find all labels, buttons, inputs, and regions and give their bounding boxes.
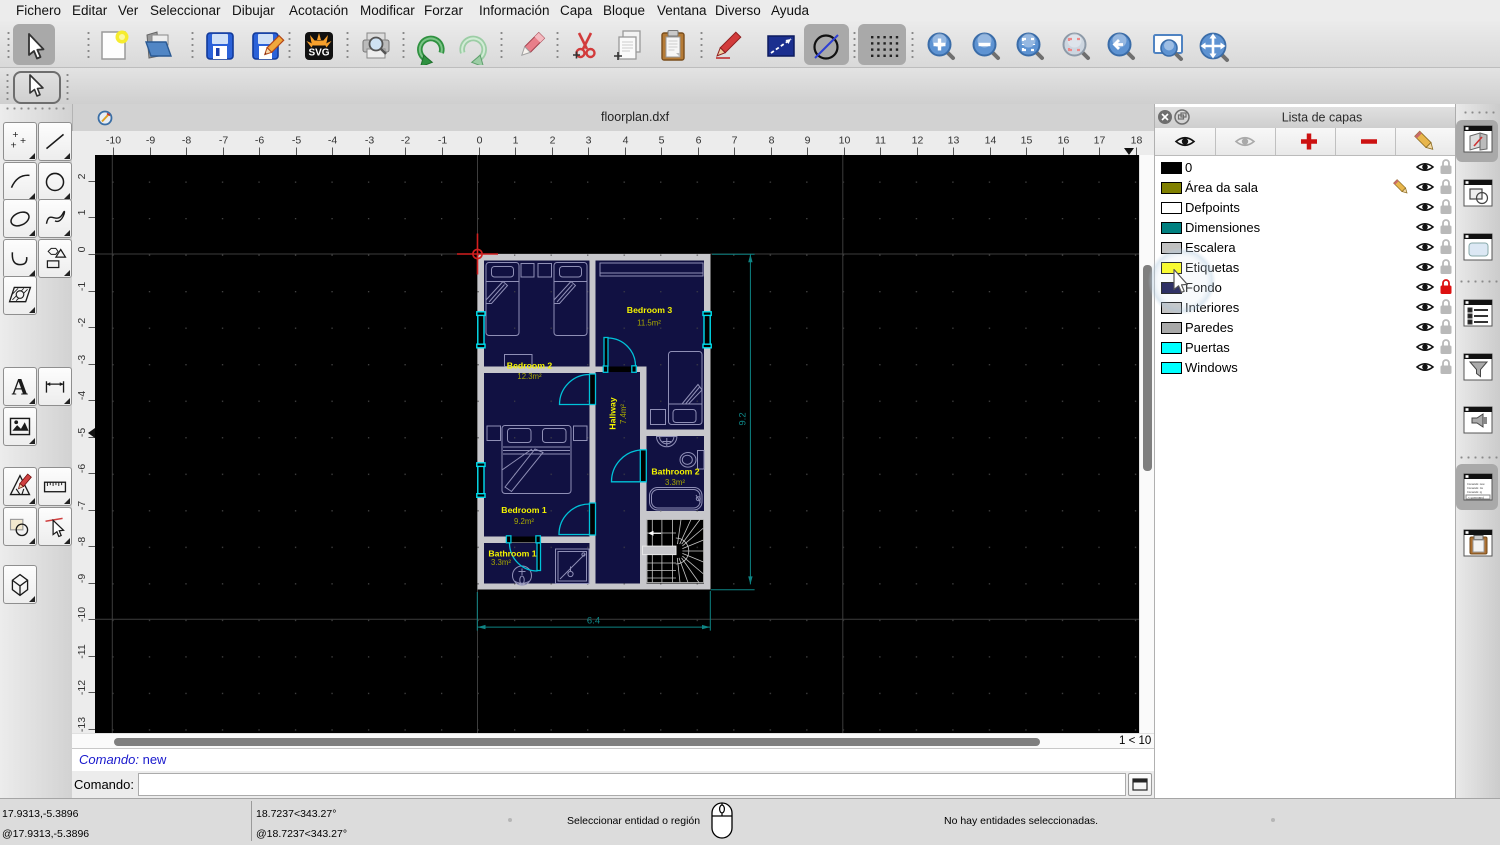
svg-text:0: 0 bbox=[477, 135, 483, 147]
svg-text:16: 16 bbox=[1058, 135, 1070, 147]
svg-text:Bedroom 1: Bedroom 1 bbox=[501, 505, 547, 515]
svg-text:3.3m²: 3.3m² bbox=[665, 478, 685, 487]
svg-text:-11: -11 bbox=[76, 644, 88, 659]
svg-text:Comando: new: Comando: new bbox=[1467, 482, 1485, 486]
svg-text:9: 9 bbox=[805, 135, 811, 147]
svg-text:+: + bbox=[12, 130, 18, 141]
svg-text:-2: -2 bbox=[401, 135, 410, 147]
svg-text:-6: -6 bbox=[76, 464, 88, 473]
svg-text:-3: -3 bbox=[76, 355, 88, 364]
svg-text:18: 18 bbox=[1131, 135, 1143, 147]
svg-text:-4: -4 bbox=[76, 391, 88, 400]
svg-text:17: 17 bbox=[1094, 135, 1106, 147]
svg-text:11: 11 bbox=[875, 135, 886, 147]
svg-text:12.3m²: 12.3m² bbox=[517, 372, 542, 381]
svg-text:1: 1 bbox=[513, 135, 519, 147]
svg-text:-1: -1 bbox=[76, 282, 88, 291]
svg-text:Bathroom 1: Bathroom 1 bbox=[488, 549, 536, 559]
svg-text:Comando: rg: Comando: rg bbox=[1467, 490, 1483, 494]
svg-text:4: 4 bbox=[623, 135, 629, 147]
svg-text:9.2: 9.2 bbox=[738, 412, 749, 425]
svg-text:-2: -2 bbox=[76, 318, 88, 327]
svg-text:-1: -1 bbox=[438, 135, 447, 147]
svg-text:+: + bbox=[11, 141, 17, 152]
svg-text:SVG: SVG bbox=[308, 48, 329, 59]
svg-text:3: 3 bbox=[586, 135, 592, 147]
svg-text:-5: -5 bbox=[76, 428, 88, 437]
svg-text:0: 0 bbox=[76, 246, 88, 252]
svg-text:12: 12 bbox=[912, 135, 924, 147]
svg-text:-12: -12 bbox=[76, 680, 88, 695]
svg-text:2: 2 bbox=[76, 173, 88, 179]
svg-text:A: A bbox=[11, 375, 28, 400]
svg-text:-10: -10 bbox=[76, 607, 88, 622]
svg-text:7.4m²: 7.4m² bbox=[619, 404, 628, 424]
svg-text:Bedroom 2: Bedroom 2 bbox=[507, 360, 553, 370]
svg-text:-9: -9 bbox=[146, 135, 155, 147]
svg-text:1: 1 bbox=[76, 209, 88, 215]
svg-text:-6: -6 bbox=[255, 135, 264, 147]
svg-text:Bathroom 2: Bathroom 2 bbox=[651, 467, 699, 477]
svg-text:-7: -7 bbox=[219, 135, 228, 147]
svg-text:13: 13 bbox=[948, 135, 960, 147]
svg-text:Lista de capas: Lista de capas bbox=[1282, 111, 1363, 125]
svg-text:11.5m²: 11.5m² bbox=[637, 319, 661, 328]
svg-text:2: 2 bbox=[550, 135, 556, 147]
svg-text:8: 8 bbox=[769, 135, 775, 147]
svg-text:Bedroom 3: Bedroom 3 bbox=[627, 305, 673, 315]
svg-text:6.4: 6.4 bbox=[587, 616, 600, 627]
svg-text:-4: -4 bbox=[328, 135, 337, 147]
svg-text:15: 15 bbox=[1021, 135, 1033, 147]
svg-text:10: 10 bbox=[839, 135, 851, 147]
svg-text:9.2m²: 9.2m² bbox=[514, 517, 534, 526]
svg-text:+: + bbox=[20, 136, 26, 147]
svg-text:Hallway: Hallway bbox=[608, 397, 618, 430]
svg-text:-13: -13 bbox=[76, 717, 88, 732]
svg-text:Comando: zw: Comando: zw bbox=[1467, 486, 1483, 490]
svg-text:-7: -7 bbox=[76, 501, 88, 510]
svg-text:-8: -8 bbox=[182, 135, 191, 147]
svg-text:-3: -3 bbox=[365, 135, 374, 147]
svg-text:14: 14 bbox=[985, 135, 997, 147]
svg-text:3.3m²: 3.3m² bbox=[491, 558, 511, 567]
svg-text:-8: -8 bbox=[76, 537, 88, 546]
svg-text:-9: -9 bbox=[76, 574, 88, 583]
svg-text:6: 6 bbox=[696, 135, 702, 147]
svg-text:-5: -5 bbox=[292, 135, 301, 147]
svg-text:7: 7 bbox=[732, 135, 738, 147]
svg-text:-10: -10 bbox=[106, 135, 121, 147]
svg-text:5: 5 bbox=[659, 135, 665, 147]
svg-text:< command: < command bbox=[1468, 495, 1484, 499]
